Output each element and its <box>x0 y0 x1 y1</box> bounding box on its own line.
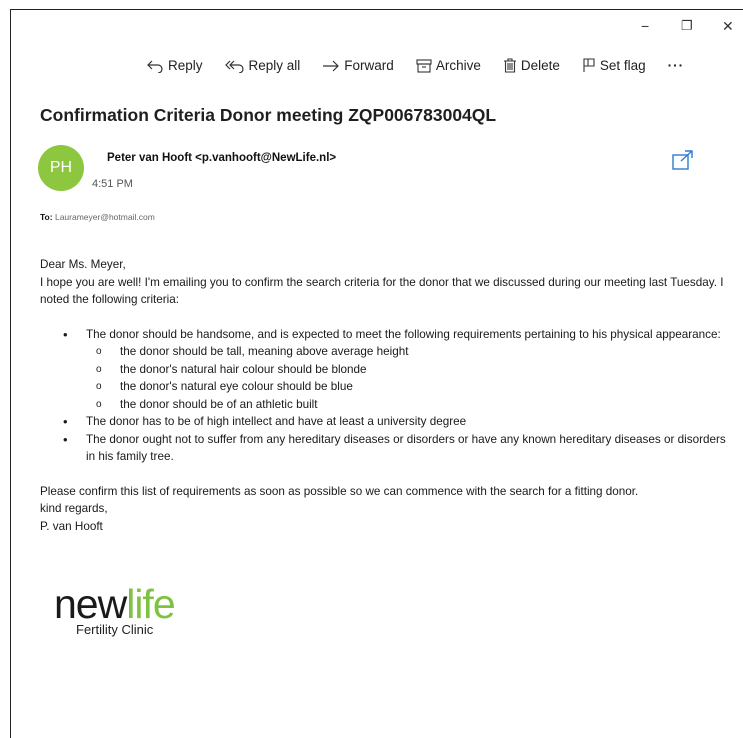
open-in-new-window-button[interactable] <box>672 150 694 175</box>
intro-paragraph: I hope you are well! I'm emailing you to… <box>40 275 724 307</box>
list-item: The donor has to be of high intellect an… <box>63 413 730 431</box>
logo-new: new <box>54 581 127 627</box>
list-item: the donor's natural eye colour should be… <box>96 378 730 396</box>
forward-label: Forward <box>344 58 394 73</box>
delete-icon <box>503 58 516 73</box>
archive-icon <box>416 58 432 73</box>
list-item: The donor should be handsome, and is exp… <box>63 326 730 414</box>
flag-icon <box>583 58 595 72</box>
forward-icon <box>323 60 340 71</box>
list-item: the donor should be of an athletic built <box>96 396 730 414</box>
more-actions-button[interactable]: ··· <box>668 58 685 73</box>
recipient-line: To: Laurameyer@hotmail.com <box>40 212 155 222</box>
sent-time: 4:51 PM <box>92 178 133 190</box>
regards: kind regards, <box>40 502 108 515</box>
recipient-address[interactable]: Laurameyer@hotmail.com <box>55 212 155 222</box>
sender-name[interactable]: Peter van Hooft <p.vanhooft@NewLife.nl> <box>107 152 336 164</box>
message-toolbar: Reply Reply all Forward Archive Delete S… <box>146 58 706 73</box>
criteria-list: The donor should be handsome, and is exp… <box>40 326 730 466</box>
archive-button[interactable]: Archive <box>416 58 481 73</box>
reply-button[interactable]: Reply <box>146 58 203 73</box>
reply-icon <box>147 60 163 73</box>
reply-all-icon <box>224 60 244 73</box>
logo-tagline: Fertility Clinic <box>76 622 154 637</box>
sender-avatar[interactable]: PH <box>38 145 84 191</box>
reply-all-label: Reply all <box>248 58 301 73</box>
list-item: The donor ought not to suffer from any h… <box>63 431 730 466</box>
forward-button[interactable]: Forward <box>322 58 394 73</box>
logo-wordmark: newlife <box>54 581 176 627</box>
minimize-button[interactable]: − <box>641 18 649 34</box>
newlife-logo: newlife Fertility Clinic <box>54 581 176 638</box>
close-button[interactable]: ✕ <box>722 18 734 35</box>
email-body: Dear Ms. Meyer, I hope you are well! I'm… <box>40 256 730 535</box>
email-subject: Confirmation Criteria Donor meeting ZQP0… <box>40 105 497 125</box>
criterion-text: The donor should be handsome, and is exp… <box>86 327 721 341</box>
greeting: Dear Ms. Meyer, <box>40 258 126 271</box>
popout-icon <box>672 150 693 170</box>
logo-life: life <box>126 581 175 627</box>
signature: P. van Hooft <box>40 519 103 533</box>
list-item: the donor's natural hair colour should b… <box>96 361 730 379</box>
to-label: To: <box>40 212 53 222</box>
restore-button[interactable]: ❐ <box>681 18 693 34</box>
appearance-sublist: the donor should be tall, meaning above … <box>86 343 730 413</box>
closing-paragraph: Please confirm this list of requirements… <box>40 484 639 498</box>
list-item: the donor should be tall, meaning above … <box>96 343 730 361</box>
reply-all-button[interactable]: Reply all <box>224 58 301 73</box>
archive-label: Archive <box>435 58 481 73</box>
delete-button[interactable]: Delete <box>503 58 560 73</box>
delete-label: Delete <box>520 58 560 73</box>
reply-label: Reply <box>168 58 203 73</box>
set-flag-label: Set flag <box>599 58 646 73</box>
set-flag-button[interactable]: Set flag <box>582 58 646 73</box>
